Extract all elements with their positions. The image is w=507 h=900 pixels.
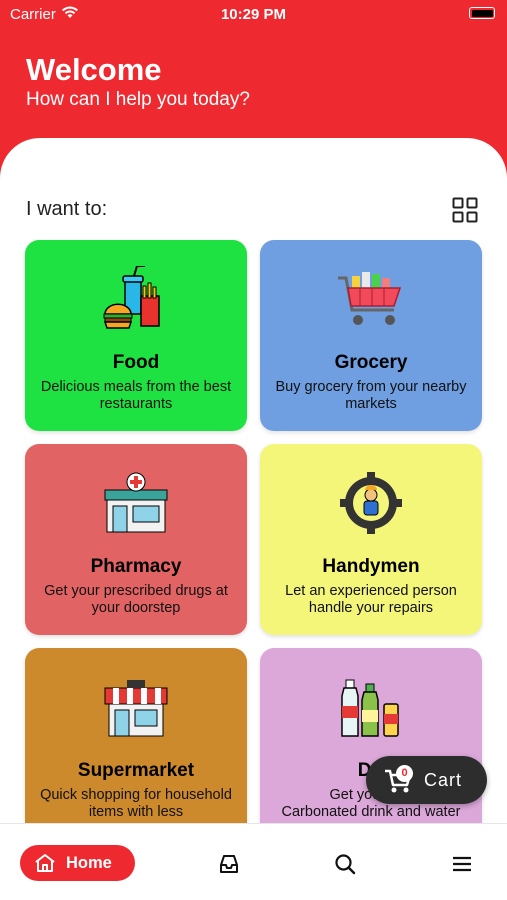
menu-icon[interactable] xyxy=(451,853,473,875)
section-title: I want to: xyxy=(26,198,108,220)
search-icon[interactable] xyxy=(334,853,356,875)
card-description: Quick shopping for household items with … xyxy=(40,787,232,820)
home-icon xyxy=(35,854,55,872)
category-card-food[interactable]: Food Delicious meals from the best resta… xyxy=(25,240,247,431)
card-title: Handymen xyxy=(322,556,420,577)
nav-home-button[interactable]: Home xyxy=(20,845,135,881)
battery-icon xyxy=(469,7,495,19)
fast-food-icon xyxy=(103,266,160,329)
card-title: Food xyxy=(112,352,160,373)
shop-icon xyxy=(104,680,168,737)
grid-view-icon[interactable] xyxy=(452,197,478,223)
welcome-subtitle: How can I help you today? xyxy=(26,89,250,110)
welcome-title: Welcome xyxy=(26,52,162,87)
status-bar: Carrier 10:29 PM xyxy=(0,0,507,30)
category-card-grocery[interactable]: Grocery Buy grocery from your nearby mar… xyxy=(260,240,482,431)
nav-home-label: Home xyxy=(66,854,112,872)
category-card-drinks[interactable]: Dri Get your Ass Carbonated drink and wa… xyxy=(260,648,482,839)
shopping-cart-icon xyxy=(338,272,402,325)
pharmacy-store-icon xyxy=(104,472,168,533)
category-card-handymen[interactable]: Handymen Let an experienced person handl… xyxy=(260,444,482,635)
inbox-icon[interactable] xyxy=(218,853,240,875)
card-title: Supermarket xyxy=(77,760,195,781)
cart-count-badge: 0 xyxy=(396,765,413,782)
bottom-nav: Home xyxy=(0,823,507,900)
cart-label: Cart xyxy=(424,770,463,790)
category-card-supermarket[interactable]: Supermarket Quick shopping for household… xyxy=(25,648,247,839)
handyman-gear-icon xyxy=(340,472,402,534)
card-title: Grocery xyxy=(334,352,408,373)
cart-button[interactable]: Cart xyxy=(366,756,487,804)
card-description: Buy grocery from your nearby markets xyxy=(275,379,467,412)
card-description: Get your prescribed drugs at your doorst… xyxy=(44,583,228,616)
card-title: Pharmacy xyxy=(90,556,182,577)
category-card-pharmacy[interactable]: Pharmacy Get your prescribed drugs at yo… xyxy=(25,444,247,635)
card-description-line-2: Carbonated drink and water xyxy=(281,804,461,820)
bottles-icon xyxy=(341,679,399,737)
status-time: 10:29 PM xyxy=(220,6,287,23)
card-description: Delicious meals from the best restaurant… xyxy=(40,379,232,412)
card-description: Let an experienced person handle your re… xyxy=(285,583,457,616)
